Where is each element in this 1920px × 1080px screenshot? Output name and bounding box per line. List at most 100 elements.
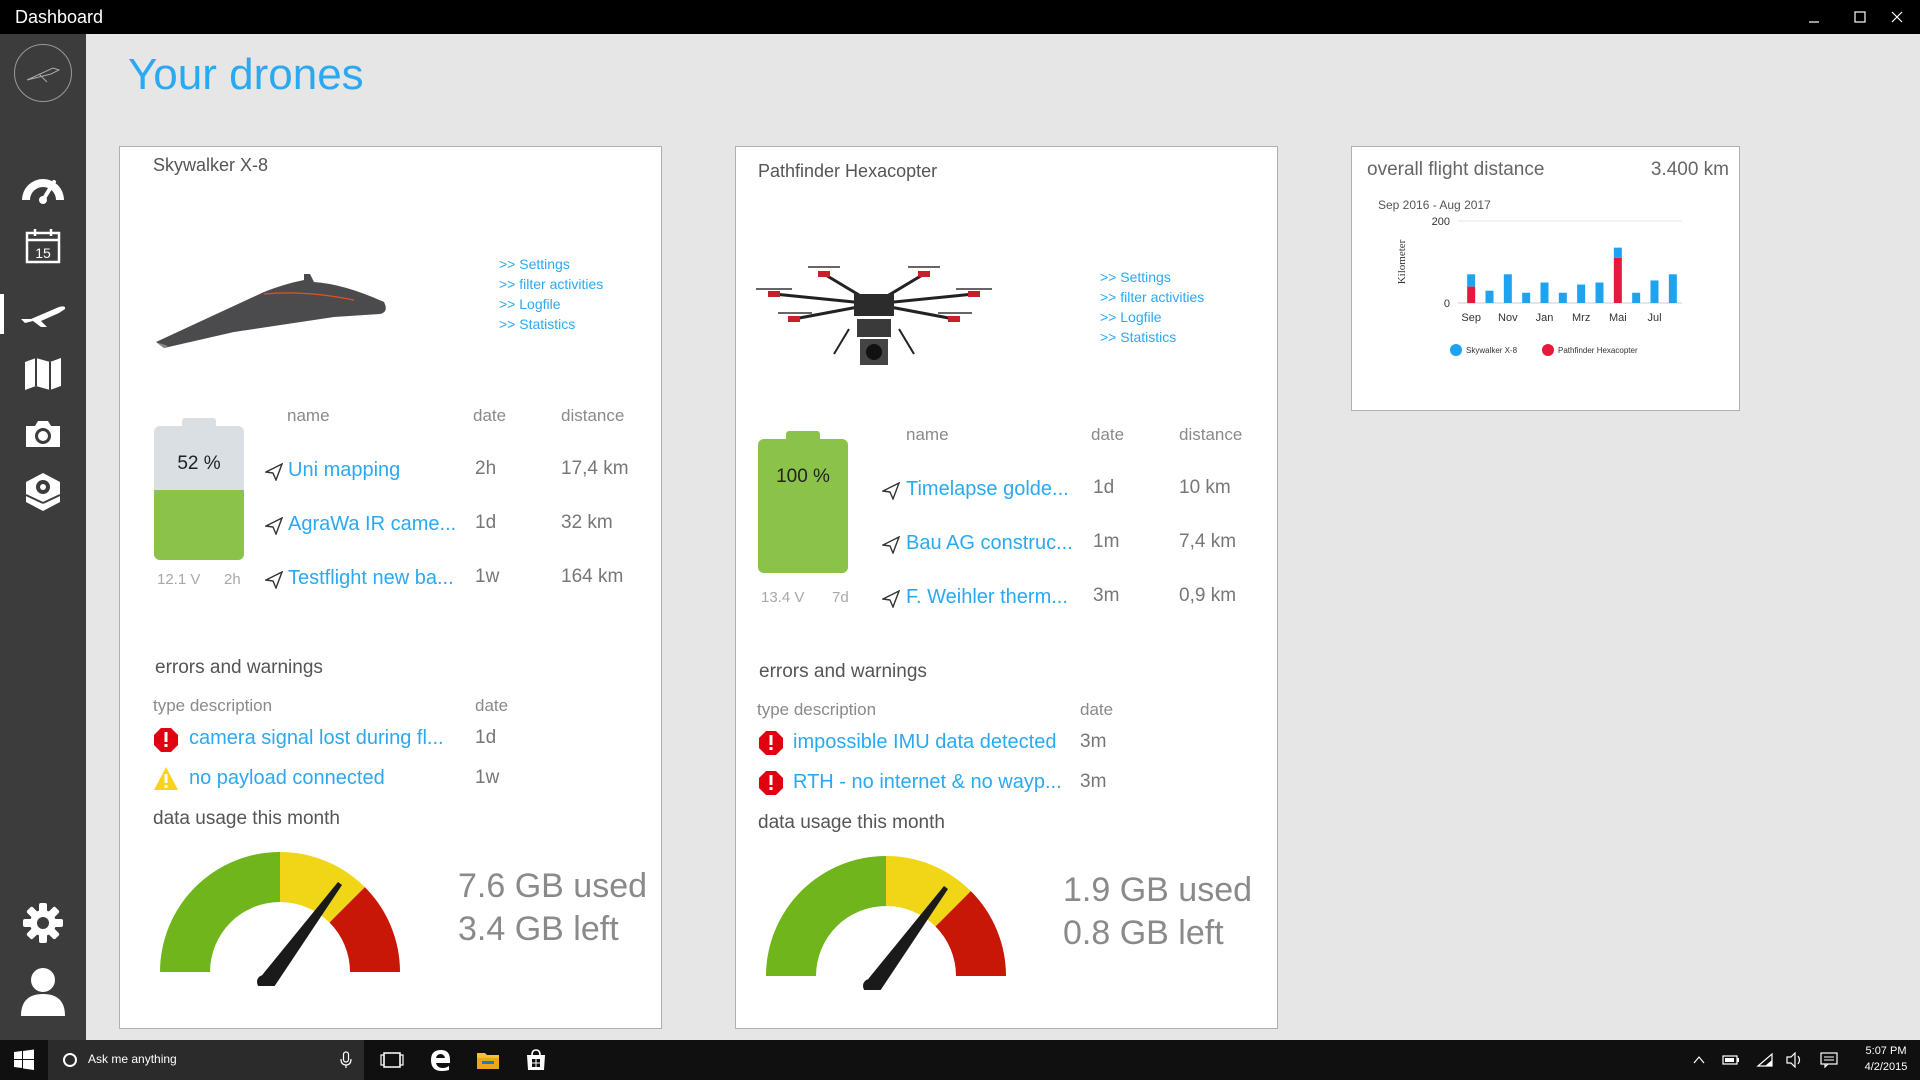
- chart-ylabel: Kilometer: [1396, 239, 1408, 284]
- wifi-icon[interactable]: [1756, 1052, 1774, 1068]
- window-title: Dashboard: [15, 7, 104, 27]
- statistics-link[interactable]: >> Statistics: [1100, 327, 1204, 347]
- nav-map[interactable]: [0, 346, 86, 402]
- settings-link[interactable]: >> Settings: [499, 254, 603, 274]
- errors-header-type: type description: [757, 700, 877, 719]
- maximize-icon: [1854, 11, 1866, 23]
- error-description[interactable]: camera signal lost during fl...: [189, 727, 444, 750]
- clock-date: 4/2/2015: [1864, 1061, 1908, 1073]
- volume-icon[interactable]: [1786, 1052, 1804, 1068]
- battery-percent: 100 %: [776, 466, 830, 487]
- data-usage-gauge: [160, 852, 400, 986]
- activity-name[interactable]: Bau AG construc...: [906, 532, 1073, 555]
- warning-description[interactable]: no payload connected: [189, 767, 385, 790]
- error-icon: [759, 771, 783, 795]
- chart-bar: [1503, 274, 1512, 303]
- taskbar: Ask me anything 5:07 PM 4/2/2015: [0, 1040, 1920, 1080]
- chart-bar: [1632, 292, 1641, 303]
- clock[interactable]: 5:07 PM 4/2/2015: [1858, 1043, 1914, 1075]
- chart-legend-label: Pathfinder Hexacopter: [1558, 346, 1638, 355]
- settings-link[interactable]: >> Settings: [1100, 267, 1204, 287]
- activity-name[interactable]: Uni mapping: [288, 459, 400, 482]
- error-date: 3m: [1080, 731, 1107, 752]
- data-used: 7.6 GB used: [458, 867, 648, 905]
- cortana-icon: [63, 1053, 77, 1067]
- col-header-distance: distance: [561, 406, 625, 425]
- activity-name[interactable]: AgraWa IR came...: [288, 513, 456, 536]
- warning-icon: [154, 767, 178, 790]
- data-left: 0.8 GB left: [1063, 914, 1224, 952]
- search-box[interactable]: Ask me anything: [48, 1040, 364, 1080]
- col-header-date: date: [473, 406, 507, 425]
- drone-card-skywalker: Skywalker X-8 >> Settings >> filter acti…: [119, 146, 662, 1029]
- chart-bar: [1613, 257, 1622, 303]
- logo-plane-icon: [26, 67, 61, 83]
- battery-fill: [758, 439, 848, 573]
- logfile-link[interactable]: >> Logfile: [1100, 307, 1204, 327]
- minimize-icon: [1809, 21, 1819, 23]
- notifications-icon[interactable]: [1820, 1052, 1838, 1068]
- windows-start-icon[interactable]: [12, 1048, 36, 1072]
- logfile-link[interactable]: >> Logfile: [499, 294, 603, 314]
- drone-links: >> Settings >> filter activities >> Logf…: [1100, 267, 1204, 347]
- filter-activities-link[interactable]: >> filter activities: [499, 274, 603, 294]
- calendar-day-label: 15: [35, 245, 51, 261]
- chart-bar: [1558, 292, 1567, 303]
- battery-percent: 52 %: [177, 453, 221, 474]
- activity-date: 1w: [475, 566, 500, 587]
- error-description[interactable]: impossible IMU data detected: [793, 731, 1056, 754]
- activity-name[interactable]: F. Weihler therm...: [906, 586, 1068, 609]
- task-view-icon[interactable]: [380, 1048, 404, 1072]
- error-date: 3m: [1080, 771, 1107, 792]
- activity-distance: 10 km: [1179, 477, 1231, 498]
- nav-dashboard[interactable]: [0, 158, 86, 214]
- edge-browser-icon[interactable]: [428, 1048, 452, 1072]
- data-usage-title: data usage this month: [153, 808, 340, 829]
- chart-subtitle: Sep 2016 - Aug 2017: [1378, 198, 1491, 212]
- chart-x-tick-label: Nov: [1498, 312, 1518, 324]
- nav-settings[interactable]: [0, 895, 86, 951]
- paper-plane-icon: [265, 463, 283, 481]
- chart-bar: [1522, 292, 1531, 303]
- drone-card-pathfinder: Pathfinder Hexacopter >> Settings >> fil…: [735, 146, 1278, 1029]
- drone-image-hexacopter: [756, 266, 992, 365]
- chevron-up-icon[interactable]: [1693, 1054, 1705, 1066]
- activity-name[interactable]: Timelapse golde...: [906, 478, 1069, 501]
- file-explorer-icon[interactable]: [476, 1048, 500, 1072]
- camera-icon: [26, 421, 60, 447]
- col-header-date: date: [1091, 425, 1125, 444]
- nav-drones[interactable]: [0, 286, 86, 342]
- statistics-link[interactable]: >> Statistics: [499, 314, 603, 334]
- flight-distance-card[interactable]: overall flight distance 3.400 km Sep 201…: [1351, 146, 1740, 411]
- calendar-icon: 15: [25, 229, 61, 264]
- filter-activities-link[interactable]: >> filter activities: [1100, 287, 1204, 307]
- battery-tray-icon[interactable]: [1722, 1053, 1740, 1067]
- nav-camera[interactable]: [0, 406, 86, 462]
- nav-calendar[interactable]: 15: [0, 218, 86, 274]
- airplane-icon: [21, 306, 66, 327]
- nav-user[interactable]: [0, 964, 86, 1020]
- store-icon[interactable]: [524, 1048, 548, 1072]
- chart-bar: [1467, 274, 1476, 287]
- page-title: Your drones: [128, 50, 364, 99]
- flight-distance-chart: Sep 2016 - Aug 2017 Kilometer 200 0 Sep Nov Ja…: [1378, 198, 1682, 356]
- gear-icon: [23, 903, 63, 943]
- close-button[interactable]: [1874, 0, 1920, 34]
- data-left: 3.4 GB left: [458, 910, 619, 948]
- activity-date: 3m: [1093, 585, 1120, 606]
- nav-hardware[interactable]: [0, 464, 86, 520]
- chart-x-tick-label: Mrz: [1572, 312, 1590, 324]
- sidebar: 15: [0, 34, 86, 1040]
- col-header-name: name: [906, 425, 949, 444]
- paper-plane-icon: [882, 590, 900, 608]
- error-icon: [759, 731, 783, 755]
- minimize-button[interactable]: [1791, 0, 1837, 34]
- error-description[interactable]: RTH - no internet & no wayp...: [793, 771, 1062, 794]
- activity-name[interactable]: Testflight new ba...: [288, 567, 454, 590]
- search-placeholder: Ask me anything: [88, 1052, 177, 1066]
- user-icon: [21, 968, 65, 1016]
- data-usage-values: 1.9 GB used 0.8 GB left: [1063, 869, 1252, 955]
- microphone-icon[interactable]: [340, 1051, 352, 1069]
- app-logo[interactable]: [14, 44, 72, 102]
- battery-body: [758, 439, 848, 573]
